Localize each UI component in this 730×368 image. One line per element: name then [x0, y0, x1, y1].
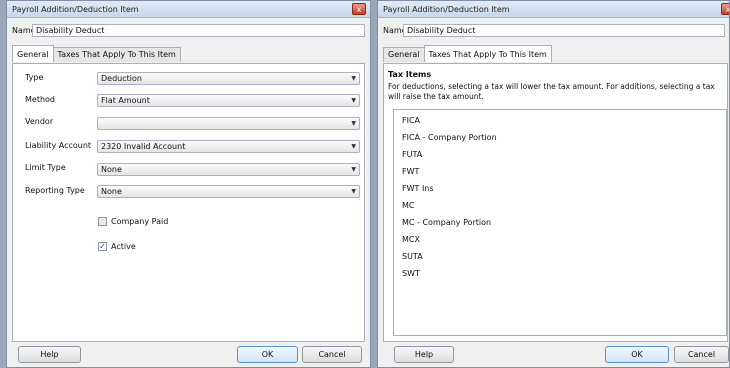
method-label: Method	[25, 95, 56, 104]
vendor-dropdown[interactable]: ▼	[97, 117, 360, 130]
name-label: Name	[12, 26, 36, 35]
window-title: Payroll Addition/Deduction Item	[12, 4, 139, 14]
list-item[interactable]: FICA - Company Portion	[402, 133, 497, 142]
tax-items-description: For deductions, selecting a tax will low…	[388, 82, 715, 101]
chevron-down-icon: ▼	[351, 97, 356, 104]
tax-items-list[interactable]: FICA FICA - Company Portion FUTA FWT FWT…	[393, 109, 727, 336]
tab-taxes[interactable]: Taxes That Apply To This Item	[52, 47, 181, 62]
title-bar: Payroll Addition/Deduction Item x	[378, 1, 729, 18]
close-icon[interactable]: x	[721, 3, 729, 15]
reporting-type-value: None	[101, 187, 122, 196]
checkmark-icon: ✓	[98, 242, 107, 251]
name-field[interactable]: Disability Deduct	[403, 24, 725, 37]
general-panel: Type Deduction ▼ Method Flat Amount ▼ Vend…	[12, 63, 365, 342]
close-icon[interactable]: x	[352, 3, 366, 15]
limit-type-value: None	[101, 165, 122, 174]
name-row: Name Disability Deduct	[12, 24, 365, 37]
list-item[interactable]: MCX	[402, 235, 420, 244]
window-title: Payroll Addition/Deduction Item	[383, 4, 510, 14]
chevron-down-icon: ▼	[351, 143, 356, 150]
list-item[interactable]: FWT	[402, 167, 419, 176]
name-field[interactable]: Disability Deduct	[32, 24, 365, 37]
cancel-button[interactable]: Cancel	[674, 346, 729, 363]
list-item[interactable]: SWT	[402, 269, 420, 278]
list-item[interactable]: SUTA	[402, 252, 423, 261]
vendor-label: Vendor	[25, 117, 54, 126]
name-row: Name Disability Deduct	[383, 24, 725, 37]
help-button[interactable]: Help	[394, 346, 454, 363]
chevron-down-icon: ▼	[351, 120, 356, 127]
help-button[interactable]: Help	[18, 346, 81, 363]
method-value: Flat Amount	[101, 96, 150, 105]
company-paid-checkbox[interactable]: Company Paid	[98, 217, 168, 226]
type-dropdown[interactable]: Deduction ▼	[97, 72, 360, 85]
tab-general[interactable]: General	[383, 47, 425, 62]
company-paid-label: Company Paid	[111, 217, 169, 226]
name-label: Name	[383, 26, 407, 35]
type-value: Deduction	[101, 74, 142, 83]
title-bar: Payroll Addition/Deduction Item x	[7, 1, 370, 18]
taxes-panel: Tax Items For deductions, selecting a ta…	[383, 63, 728, 342]
tab-general[interactable]: General	[12, 45, 54, 62]
list-item[interactable]: MC - Company Portion	[402, 218, 491, 227]
cancel-button[interactable]: Cancel	[302, 346, 362, 363]
limit-type-dropdown[interactable]: None ▼	[97, 163, 360, 176]
ok-button[interactable]: OK	[605, 346, 669, 363]
reporting-type-dropdown[interactable]: None ▼	[97, 185, 360, 198]
tab-strip: General Taxes That Apply To This Item	[383, 45, 552, 62]
limit-type-label: Limit Type	[25, 163, 66, 172]
active-label: Active	[111, 242, 136, 251]
chevron-down-icon: ▼	[351, 188, 356, 195]
liability-account-dropdown[interactable]: 2320 Invalid Account ▼	[97, 140, 360, 153]
dialog-taxes: Payroll Addition/Deduction Item x Name D…	[377, 0, 730, 368]
tab-taxes[interactable]: Taxes That Apply To This Item	[423, 45, 552, 62]
chevron-down-icon: ▼	[351, 166, 356, 173]
type-label: Type	[25, 73, 44, 82]
ok-button[interactable]: OK	[237, 346, 298, 363]
tab-strip: General Taxes That Apply To This Item	[12, 45, 181, 62]
chevron-down-icon: ▼	[351, 75, 356, 82]
list-item[interactable]: FWT Ins	[402, 184, 434, 193]
list-item[interactable]: MC	[402, 201, 415, 210]
list-item[interactable]: FICA	[402, 116, 420, 125]
method-dropdown[interactable]: Flat Amount ▼	[97, 94, 360, 107]
unchecked-box-icon	[98, 217, 107, 226]
list-item[interactable]: FUTA	[402, 150, 422, 159]
active-checkbox[interactable]: ✓ Active	[98, 242, 136, 251]
tax-items-heading: Tax Items	[388, 70, 432, 79]
dialog-general: Payroll Addition/Deduction Item x Name D…	[6, 0, 371, 368]
liability-account-label: Liability Account	[25, 141, 92, 150]
liability-account-value: 2320 Invalid Account	[101, 142, 186, 151]
reporting-type-label: Reporting Type	[25, 186, 85, 195]
